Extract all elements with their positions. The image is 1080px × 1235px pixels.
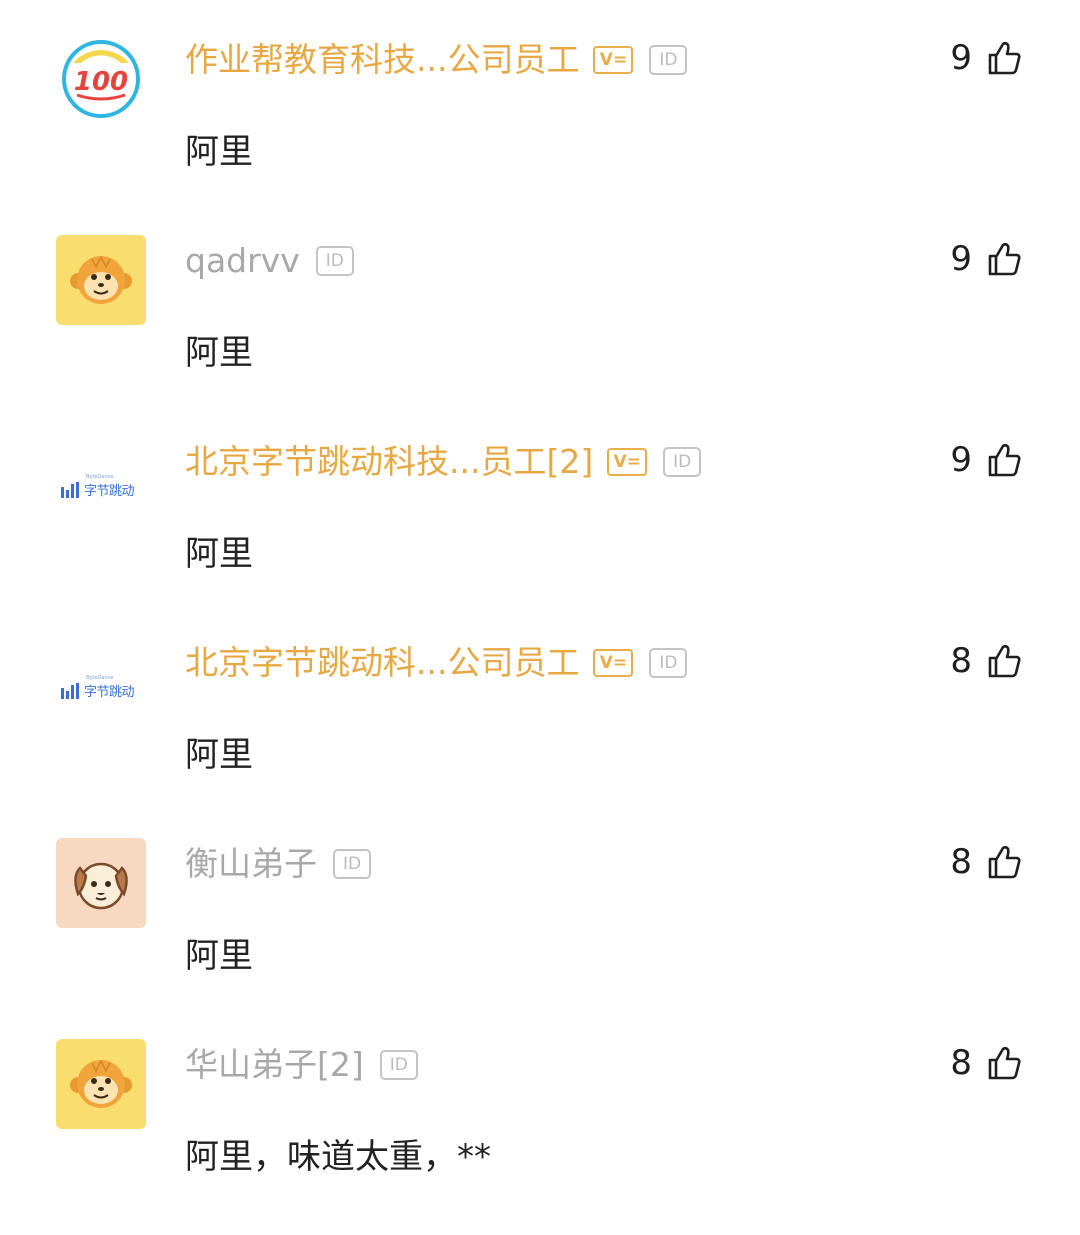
- comment-item: 100 作业帮教育科技...公司员工 V= ID 阿里 9: [0, 30, 1080, 230]
- thumbs-up-icon: [988, 41, 1021, 75]
- comment-text: 阿里: [185, 735, 253, 775]
- comment-list: 100 作业帮教育科技...公司员工 V= ID 阿里 9 qadrvv ID …: [0, 0, 1080, 1186]
- logo-text: 100: [74, 67, 128, 97]
- comment-item: 衡山弟子 ID 阿里 8: [0, 834, 1080, 1034]
- comment-header: qadrvv ID: [185, 231, 354, 291]
- id-badge-icon: ID: [663, 447, 702, 477]
- avatar[interactable]: 100: [56, 34, 146, 124]
- zuoyebang-logo-icon: 100: [62, 40, 140, 118]
- comment-header: 衡山弟子 ID: [185, 834, 371, 894]
- avatar[interactable]: ByteDance 字节跳动: [56, 637, 146, 727]
- id-badge-icon: ID: [315, 246, 354, 276]
- author-name[interactable]: 华山弟子[2]: [185, 1045, 364, 1085]
- author-name[interactable]: 作业帮教育科技...公司员工: [185, 40, 579, 80]
- comment-header: 华山弟子[2] ID: [185, 1035, 418, 1095]
- comment-text: 阿里，味道太重，**: [185, 1137, 491, 1177]
- comment-item: ByteDance 字节跳动 北京字节跳动科...公司员工 V= ID 阿里 8: [0, 633, 1080, 833]
- like-button[interactable]: 9: [950, 440, 1022, 480]
- id-badge-icon: ID: [649, 648, 688, 678]
- like-button[interactable]: 8: [950, 641, 1022, 681]
- avatar[interactable]: [56, 235, 146, 325]
- comment-header: 北京字节跳动科...公司员工 V= ID: [185, 633, 688, 693]
- comment-text: 阿里: [185, 534, 253, 574]
- thumbs-up-icon: [988, 845, 1021, 879]
- author-name[interactable]: qadrvv: [185, 241, 300, 281]
- like-count: 8: [950, 842, 972, 882]
- comment-item: qadrvv ID 阿里 9: [0, 231, 1080, 431]
- thumbs-up-icon: [988, 1046, 1021, 1080]
- like-count: 8: [950, 641, 972, 681]
- thumbs-up-icon: [988, 644, 1021, 678]
- comment-header: 北京字节跳动科技...员工[2] V= ID: [185, 432, 702, 492]
- like-button[interactable]: 8: [950, 842, 1022, 882]
- like-count: 9: [950, 38, 972, 78]
- avatar-label: 字节跳动: [84, 685, 135, 700]
- author-name[interactable]: 衡山弟子: [185, 844, 317, 884]
- like-button[interactable]: 9: [950, 239, 1022, 279]
- comment-header: 作业帮教育科技...公司员工 V= ID: [185, 30, 688, 90]
- dog-avatar-icon: [74, 862, 128, 910]
- author-name[interactable]: 北京字节跳动科技...员工[2]: [185, 442, 593, 482]
- comment-text: 阿里: [185, 132, 253, 172]
- like-button[interactable]: 8: [950, 1043, 1022, 1083]
- id-badge-icon: ID: [379, 1050, 418, 1080]
- monkey-avatar-icon: [70, 1059, 132, 1108]
- like-button[interactable]: 9: [950, 38, 1022, 78]
- verified-badge-icon: V=: [607, 448, 648, 476]
- comment-text: 阿里: [185, 333, 253, 373]
- avatar-label: 字节跳动: [84, 484, 135, 499]
- monkey-avatar-icon: [70, 255, 132, 304]
- id-badge-icon: ID: [333, 849, 371, 879]
- verified-badge-icon: V=: [593, 46, 634, 74]
- avatar[interactable]: [56, 838, 146, 928]
- comment-item: ByteDance 字节跳动 北京字节跳动科技...员工[2] V= ID 阿里…: [0, 432, 1080, 632]
- avatar[interactable]: [56, 1039, 146, 1129]
- like-count: 8: [950, 1043, 972, 1083]
- comment-text: 阿里: [185, 936, 253, 976]
- like-count: 9: [950, 239, 972, 279]
- like-count: 9: [950, 440, 972, 480]
- thumbs-up-icon: [988, 443, 1021, 477]
- thumbs-up-icon: [988, 242, 1021, 276]
- comment-item: 华山弟子[2] ID 阿里，味道太重，** 8: [0, 1035, 1080, 1235]
- avatar[interactable]: ByteDance 字节跳动: [56, 436, 146, 526]
- verified-badge-icon: V=: [593, 649, 634, 677]
- author-name[interactable]: 北京字节跳动科...公司员工: [185, 643, 579, 683]
- id-badge-icon: ID: [649, 45, 688, 75]
